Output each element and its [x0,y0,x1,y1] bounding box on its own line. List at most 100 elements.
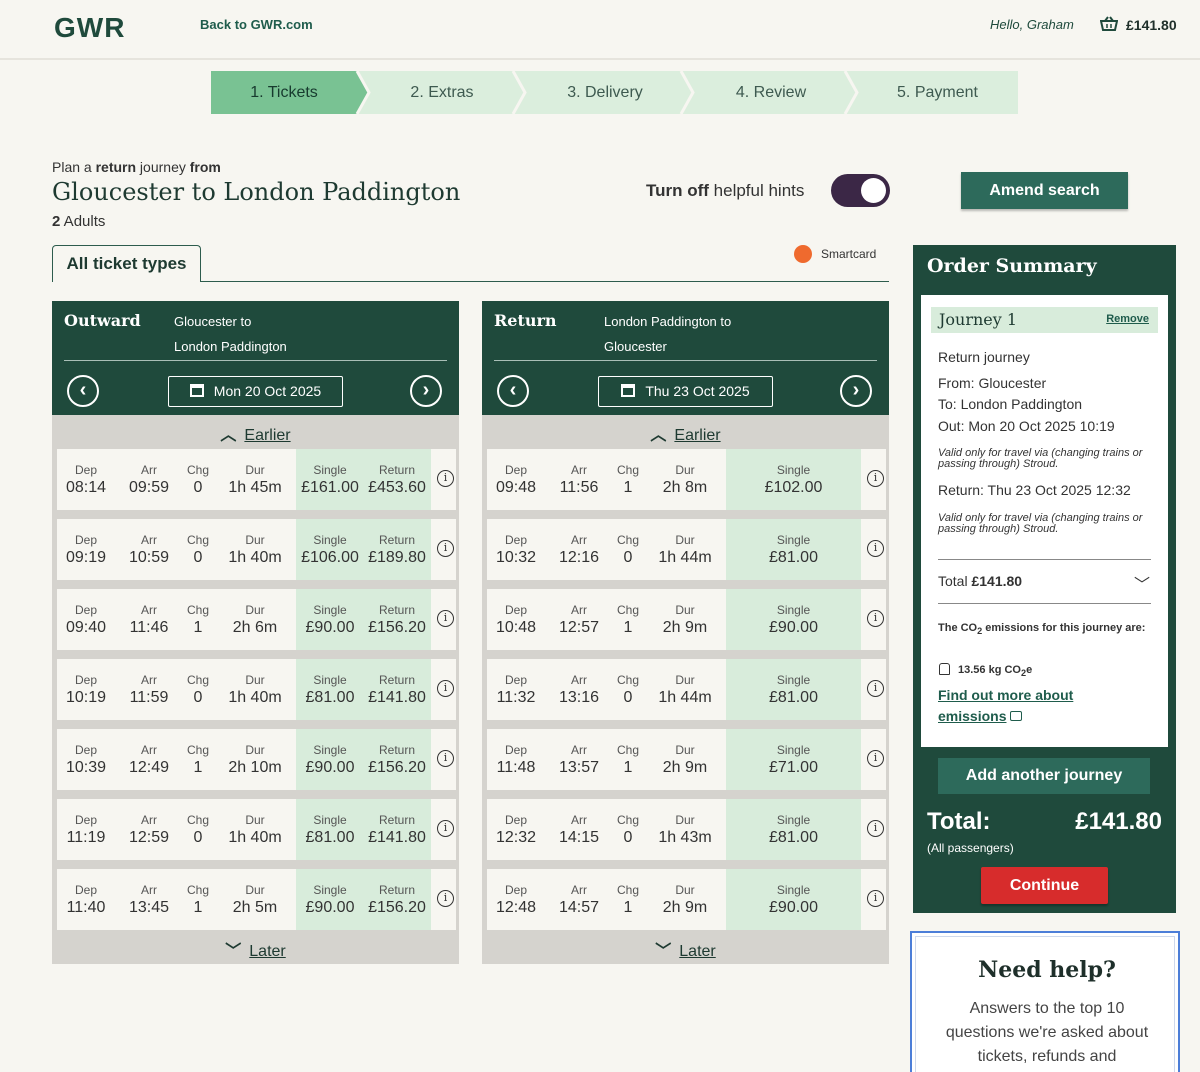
single-price[interactable]: Single £90.00 [726,869,861,917]
return-price[interactable]: Return £453.60 [365,449,429,497]
hints-toggle[interactable] [831,174,890,207]
journey-row[interactable]: Dep 09:40 Arr 11:46 Chg 1 Dur 2h 6m Sing… [57,589,456,650]
info-icon[interactable]: i [437,610,454,627]
divider [64,360,447,361]
dep-cell: Dep 09:48 [493,449,539,497]
step-tickets[interactable]: 1. Tickets [211,71,357,114]
emissions-link[interactable]: Find out more about emissions [938,685,1098,727]
arr-value: 12:16 [558,549,600,566]
dur-label: Dur [675,463,695,477]
journey-row[interactable]: Dep 10:48 Arr 12:57 Chg 1 Dur 2h 9m Sing… [487,589,886,650]
later-trains-link[interactable]: ﹀ Later [52,937,459,961]
dur-label: Dur [675,813,695,827]
single-price[interactable]: Single £90.00 [298,589,362,637]
later-trains-link[interactable]: ﹀ Later [482,937,889,961]
info-icon[interactable]: i [437,680,454,697]
user-greeting: Hello, Graham [990,17,1074,32]
basket-icon[interactable] [1100,16,1118,32]
single-price[interactable]: Single £71.00 [726,729,861,777]
info-icon[interactable]: i [867,470,884,487]
single-price[interactable]: Single £81.00 [726,659,861,707]
outward-date-picker[interactable]: Mon 20 Oct 2025 [168,376,343,407]
single-value: £90.00 [305,759,355,776]
chg-value: 0 [193,829,203,846]
journey-row[interactable]: Dep 11:40 Arr 13:45 Chg 1 Dur 2h 5m Sing… [57,869,456,930]
back-to-gwr-link[interactable]: Back to GWR.com [200,17,313,32]
journey-row[interactable]: Dep 11:32 Arr 13:16 Chg 0 Dur 1h 44m Sin… [487,659,886,720]
journey-row[interactable]: Dep 09:19 Arr 10:59 Chg 0 Dur 1h 40m Sin… [57,519,456,580]
arr-label: Arr [571,813,587,827]
return-price[interactable]: Return £189.80 [365,519,429,567]
journey-row[interactable]: Dep 12:32 Arr 14:15 Chg 0 Dur 1h 43m Sin… [487,799,886,860]
step-extras[interactable]: 2. Extras [369,71,515,114]
single-price[interactable]: Single £81.00 [726,519,861,567]
single-value: £90.00 [305,899,355,916]
remove-journey-link[interactable]: Remove [1106,313,1149,325]
single-price[interactable]: Single £90.00 [726,589,861,637]
single-price[interactable]: Single £102.00 [726,449,861,497]
chg-value: 1 [623,899,633,916]
earlier-trains-link[interactable]: ︿ Earlier [482,421,889,445]
earlier-trains-link[interactable]: ︿ Earlier [52,421,459,445]
step-delivery[interactable]: 3. Delivery [525,71,685,114]
single-price[interactable]: Single £106.00 [298,519,362,567]
info-icon[interactable]: i [437,750,454,767]
return-label: Return [378,743,416,757]
single-price[interactable]: Single £81.00 [298,659,362,707]
arr-cell: Arr 11:56 [556,449,602,497]
return-price[interactable]: Return £141.80 [365,799,429,847]
single-price[interactable]: Single £81.00 [298,799,362,847]
info-icon[interactable]: i [867,890,884,907]
info-icon[interactable]: i [867,750,884,767]
info-icon[interactable]: i [867,610,884,627]
previous-day-button[interactable]: ‹ [67,375,99,407]
step-payment[interactable]: 5. Payment [857,71,1018,114]
single-price[interactable]: Single £90.00 [298,729,362,777]
dep-value: 10:39 [65,759,107,776]
return-price[interactable]: Return £141.80 [365,659,429,707]
journey-row[interactable]: Dep 10:32 Arr 12:16 Chg 0 Dur 1h 44m Sin… [487,519,886,580]
dep-value: 11:40 [66,899,106,916]
tab-all-ticket-types[interactable]: All ticket types [52,245,201,282]
next-day-button[interactable]: › [840,375,872,407]
arr-value: 12:57 [558,619,600,636]
return-date-picker[interactable]: Thu 23 Oct 2025 [598,376,773,407]
journey-row[interactable]: Dep 09:48 Arr 11:56 Chg 1 Dur 2h 8m Sing… [487,449,886,510]
single-value: £90.00 [769,899,818,916]
single-price[interactable]: Single £81.00 [726,799,861,847]
add-another-journey-button[interactable]: Add another journey [938,758,1150,794]
summary-total: Total £141.80 [938,573,1023,589]
continue-button[interactable]: Continue [981,867,1108,904]
single-label: Single [313,813,347,827]
amend-search-button[interactable]: Amend search [961,172,1128,209]
grand-total-label: Total: [927,808,991,835]
gwr-logo[interactable]: GWR [54,12,125,44]
dur-cell: Dur 2h 9m [651,589,719,637]
journey-row[interactable]: Dep 11:48 Arr 13:57 Chg 1 Dur 2h 9m Sing… [487,729,886,790]
return-price[interactable]: Return £156.20 [365,729,429,777]
chg-value: 0 [623,689,633,706]
single-price[interactable]: Single £161.00 [298,449,362,497]
info-icon[interactable]: i [867,540,884,557]
info-icon[interactable]: i [437,540,454,557]
info-icon[interactable]: i [437,890,454,907]
journey-row[interactable]: Dep 11:19 Arr 12:59 Chg 0 Dur 1h 40m Sin… [57,799,456,860]
journey-row[interactable]: Dep 12:48 Arr 14:57 Chg 1 Dur 2h 9m Sing… [487,869,886,930]
chg-value: 1 [193,899,203,916]
info-icon[interactable]: i [437,820,454,837]
expand-chevron-icon[interactable]: ﹀ [1134,571,1150,595]
return-price[interactable]: Return £156.20 [365,869,429,917]
next-day-button[interactable]: › [410,375,442,407]
info-icon[interactable]: i [867,680,884,697]
info-icon[interactable]: i [867,820,884,837]
return-price[interactable]: Return £156.20 [365,589,429,637]
journey-row[interactable]: Dep 10:39 Arr 12:49 Chg 1 Dur 2h 10m Sin… [57,729,456,790]
step-review[interactable]: 4. Review [693,71,849,114]
journey-row[interactable]: Dep 10:19 Arr 11:59 Chg 0 Dur 1h 40m Sin… [57,659,456,720]
single-price[interactable]: Single £90.00 [298,869,362,917]
smartcard-label: Smartcard [821,247,877,261]
basket-total[interactable]: £141.80 [1126,17,1177,33]
previous-day-button[interactable]: ‹ [497,375,529,407]
info-icon[interactable]: i [437,470,454,487]
journey-row[interactable]: Dep 08:14 Arr 09:59 Chg 0 Dur 1h 45m Sin… [57,449,456,510]
